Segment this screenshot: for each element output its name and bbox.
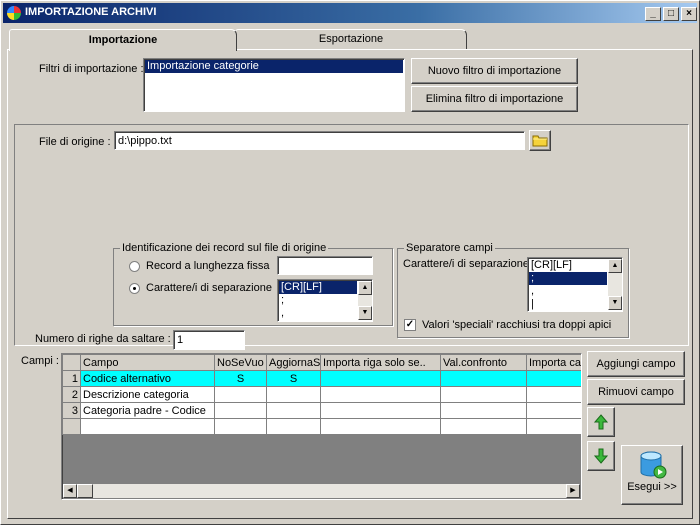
main-window: IMPORTAZIONE ARCHIVI _ □ × Importazione …: [0, 0, 700, 525]
table-cell[interactable]: [440, 402, 527, 419]
record-separator-item[interactable]: ,: [279, 307, 357, 320]
source-file-value: d:\pippo.txt: [118, 135, 172, 147]
field-separator-legend: Separatore campi: [404, 242, 495, 254]
table-cell[interactable]: [526, 386, 581, 403]
table-row[interactable]: 2 Descrizione categoria: [62, 386, 581, 403]
skip-rows-value: 1: [177, 334, 184, 346]
execute-label: Esegui >>: [627, 481, 677, 493]
grid-corner: [62, 354, 81, 371]
move-down-button[interactable]: [587, 441, 615, 471]
column-header[interactable]: Importa ca: [526, 354, 581, 371]
row-number: 2: [62, 386, 81, 403]
scroll-left-icon[interactable]: ◀: [63, 484, 77, 498]
tab-esportazione[interactable]: Esportazione: [235, 29, 467, 49]
table-cell[interactable]: S: [214, 370, 267, 387]
row-number: [62, 418, 81, 435]
separator-radio[interactable]: [129, 283, 140, 294]
table-cell[interactable]: [440, 370, 527, 387]
table-cell[interactable]: [214, 386, 267, 403]
table-row[interactable]: 3 Categoria padre - Codice: [62, 402, 581, 419]
skip-rows-label: Numero di righe da saltare :: [35, 333, 171, 345]
table-row[interactable]: 1 Codice alternativo S S: [62, 370, 581, 387]
table-cell[interactable]: [266, 386, 321, 403]
fixed-length-radio[interactable]: [129, 261, 140, 272]
scroll-thumb[interactable]: [77, 484, 93, 498]
tab-esportazione-label: Esportazione: [318, 33, 384, 45]
fields-label: Campi :: [21, 355, 59, 367]
grid-header-row: Campo NoSeVuo AggiornaS Importa riga sol…: [62, 354, 581, 371]
fixed-length-input[interactable]: [277, 256, 373, 275]
scroll-up-icon[interactable]: ▲: [608, 259, 622, 273]
table-cell[interactable]: [320, 370, 441, 387]
grid-horizontal-scrollbar[interactable]: ◀ ▶: [63, 484, 580, 498]
source-file-label: File di origine :: [39, 136, 111, 148]
browse-button[interactable]: [529, 130, 551, 151]
scroll-up-icon[interactable]: ▲: [358, 281, 372, 295]
scroll-down-icon[interactable]: ▼: [358, 306, 372, 320]
record-separator-listbox[interactable]: [CR][LF] ; , ▲ ▼: [277, 279, 373, 322]
source-file-input[interactable]: d:\pippo.txt: [114, 131, 525, 150]
record-separator-scrollbar[interactable]: ▲ ▼: [358, 281, 372, 320]
new-filter-button[interactable]: Nuovo filtro di importazione: [411, 58, 578, 84]
close-button[interactable]: ×: [681, 7, 697, 21]
scroll-right-icon[interactable]: ▶: [566, 484, 580, 498]
row-number: 1: [62, 370, 81, 387]
scroll-down-icon[interactable]: ▼: [608, 296, 622, 310]
table-cell[interactable]: [266, 402, 321, 419]
folder-icon: [532, 135, 548, 147]
minimize-button[interactable]: _: [645, 7, 661, 21]
column-header[interactable]: AggiornaS: [266, 354, 321, 371]
table-row-new[interactable]: [62, 418, 581, 435]
table-cell[interactable]: Categoria padre - Codice: [80, 402, 215, 419]
table-cell[interactable]: [440, 386, 527, 403]
special-values-label: Valori 'speciali' racchiusi tra doppi ap…: [422, 319, 612, 331]
field-separator-listbox[interactable]: [CR][LF] ; , | ▲ ▼: [527, 257, 623, 312]
filters-listbox[interactable]: Importazione categorie: [143, 58, 405, 112]
separator-radio-label: Carattere/i di separazione: [146, 282, 272, 294]
column-header[interactable]: Campo: [80, 354, 215, 371]
tab-importazione-label: Importazione: [88, 34, 158, 46]
filter-item[interactable]: Importazione categorie: [145, 60, 403, 73]
row-number: 3: [62, 402, 81, 419]
record-id-legend: Identificazione dei record sul file di o…: [120, 242, 329, 254]
column-header[interactable]: NoSeVuo: [214, 354, 267, 371]
remove-field-button[interactable]: Rimuovi campo: [587, 379, 685, 405]
fixed-length-label: Record a lunghezza fissa: [146, 260, 270, 272]
arrow-down-icon: [593, 448, 609, 464]
filters-label: Filtri di importazione :: [39, 63, 144, 75]
field-separator-label: Carattere/i di separazione: [403, 258, 529, 270]
field-separator-item[interactable]: [CR][LF]: [529, 259, 607, 272]
tab-importazione[interactable]: Importazione: [9, 29, 237, 51]
field-separator-scrollbar[interactable]: ▲ ▼: [608, 259, 622, 310]
table-cell[interactable]: [526, 370, 581, 387]
move-up-button[interactable]: [587, 407, 615, 437]
column-header[interactable]: Importa riga solo se..: [320, 354, 441, 371]
record-separator-item[interactable]: [CR][LF]: [279, 281, 357, 294]
window-title: IMPORTAZIONE ARCHIVI: [25, 6, 157, 18]
table-cell[interactable]: Codice alternativo: [80, 370, 215, 387]
column-header[interactable]: Val.confronto: [440, 354, 527, 371]
field-separator-item[interactable]: ;: [529, 272, 607, 285]
delete-filter-button[interactable]: Elimina filtro di importazione: [411, 86, 578, 112]
record-separator-item[interactable]: ;: [279, 294, 357, 307]
table-cell[interactable]: Descrizione categoria: [80, 386, 215, 403]
special-values-checkbox[interactable]: ✓: [404, 319, 416, 331]
table-cell[interactable]: [526, 402, 581, 419]
skip-rows-input[interactable]: 1: [173, 330, 245, 350]
field-separator-item[interactable]: ,: [529, 285, 607, 298]
table-cell[interactable]: S: [266, 370, 321, 387]
maximize-button[interactable]: □: [663, 7, 679, 21]
title-bar[interactable]: IMPORTAZIONE ARCHIVI _ □ ×: [3, 3, 697, 23]
database-run-icon: [640, 451, 667, 479]
execute-button[interactable]: Esegui >>: [621, 445, 683, 505]
table-cell[interactable]: [320, 386, 441, 403]
add-field-button[interactable]: Aggiungi campo: [587, 351, 685, 377]
app-icon: [7, 6, 21, 20]
fields-grid[interactable]: Campo NoSeVuo AggiornaS Importa riga sol…: [61, 353, 582, 500]
field-separator-item[interactable]: |: [529, 298, 607, 311]
table-cell[interactable]: [320, 402, 441, 419]
table-cell[interactable]: [214, 402, 267, 419]
arrow-up-icon: [593, 414, 609, 430]
